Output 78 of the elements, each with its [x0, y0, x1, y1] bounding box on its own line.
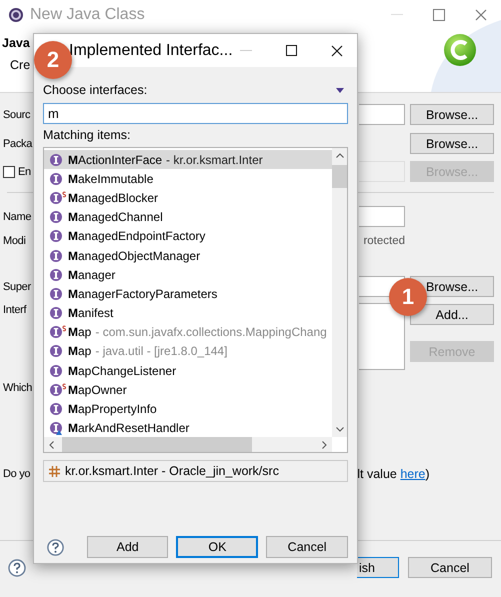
static-interface-icon [49, 325, 67, 340]
list-item[interactable]: MapOwner [44, 380, 332, 400]
static-interface-icon [49, 382, 67, 397]
add-button[interactable]: Add [86, 536, 168, 558]
scroll-up-icon[interactable] [336, 153, 344, 158]
page-heading: Java [1, 36, 30, 50]
scroll-right-icon[interactable] [322, 440, 327, 448]
cancel-button[interactable]: Cancel [266, 536, 348, 558]
browse-button[interactable]: Browse... [410, 104, 494, 125]
location-text: kr.or.ksmart.Inter - Oracle_jin_work/src [65, 464, 279, 478]
filter-field[interactable]: m [43, 103, 348, 124]
list-item[interactable]: MarkAndResetHandler [44, 418, 332, 437]
list-item[interactable]: MakeImmutable [44, 169, 332, 188]
list-item[interactable]: Map - com.sun.javafx.collections.MappingChang [44, 322, 332, 342]
field-label: Do yo [2, 468, 30, 480]
text-field[interactable] [359, 206, 405, 227]
field-label: Sourc [2, 108, 30, 120]
interface-icon [49, 268, 63, 282]
text-field[interactable] [359, 104, 405, 125]
window-title: New Java Class [30, 6, 145, 24]
scroll-left-icon[interactable] [49, 440, 54, 448]
list-item[interactable]: Manager [44, 265, 332, 284]
help-icon[interactable] [8, 558, 26, 576]
matching-items-list[interactable] [43, 147, 348, 453]
interface-icon [49, 248, 63, 263]
dialog-title: Implemented Interfac... [69, 42, 233, 60]
checkbox[interactable] [3, 166, 15, 178]
interface-icon [49, 210, 63, 224]
option-label: rotected [363, 234, 405, 246]
comment-text: lt value here) [357, 466, 430, 480]
here-link[interactable]: here [400, 466, 426, 480]
interface-icon [49, 344, 63, 358]
scroll-thumb[interactable] [332, 165, 347, 188]
text-field[interactable] [359, 161, 405, 182]
checkbox-label: En [18, 166, 31, 178]
help-icon[interactable] [47, 538, 64, 556]
interface-icon [49, 286, 63, 301]
list-item[interactable]: Manifest [44, 304, 332, 323]
list-box[interactable] [359, 303, 405, 370]
browse-button[interactable]: Browse... [410, 133, 494, 154]
class-logo-icon [443, 33, 477, 67]
list-item[interactable]: Map - java.util - [jre1.8.0_144] [44, 342, 332, 362]
page-description: Cre [10, 58, 30, 72]
add-button[interactable]: Add... [410, 304, 494, 325]
dropdown-icon[interactable] [336, 88, 344, 92]
field-label: Modi [2, 234, 26, 246]
field-label: Super [2, 280, 31, 292]
package-icon [49, 466, 60, 476]
field-label: Packa [2, 138, 32, 150]
app-icon [8, 7, 24, 23]
scroll-down-icon[interactable] [336, 427, 344, 432]
scroll-thumb[interactable] [62, 437, 252, 452]
cancel-button[interactable]: Cancel [408, 557, 492, 578]
maximize-icon[interactable] [286, 45, 297, 56]
static-interface-icon [49, 190, 67, 205]
list-item[interactable]: ManagedObjectManager [44, 246, 332, 266]
field-label: Which [2, 382, 32, 394]
list-item[interactable]: MapPropertyInfo [44, 399, 332, 419]
interface-icon [49, 229, 63, 244]
ok-button[interactable]: OK [176, 536, 258, 558]
list-item[interactable]: ManagedBlocker [44, 188, 332, 208]
prompt-label: Choose interfaces: [43, 83, 148, 97]
list-item[interactable]: ManagedChannel [44, 208, 332, 227]
list-item[interactable]: MapChangeListener [44, 361, 332, 380]
close-icon[interactable] [331, 44, 343, 56]
interface-icon [49, 364, 63, 378]
interface-icon [49, 172, 63, 186]
interface-icon [49, 402, 63, 416]
finish-button[interactable]: ish [357, 557, 399, 578]
list-item[interactable]: ManagedEndpointFactory [44, 226, 332, 246]
list-label: Matching items: [43, 128, 132, 144]
interface-icon [49, 421, 63, 436]
interface-icon [49, 152, 63, 167]
field-label: Interf [2, 304, 26, 316]
field-label: Name [2, 210, 32, 222]
list-item[interactable]: MActionInterFace - kr.or.ksmart.Inter [44, 150, 332, 170]
list-item[interactable]: ManagerFactoryParameters [44, 284, 332, 304]
interface-icon [49, 306, 63, 320]
